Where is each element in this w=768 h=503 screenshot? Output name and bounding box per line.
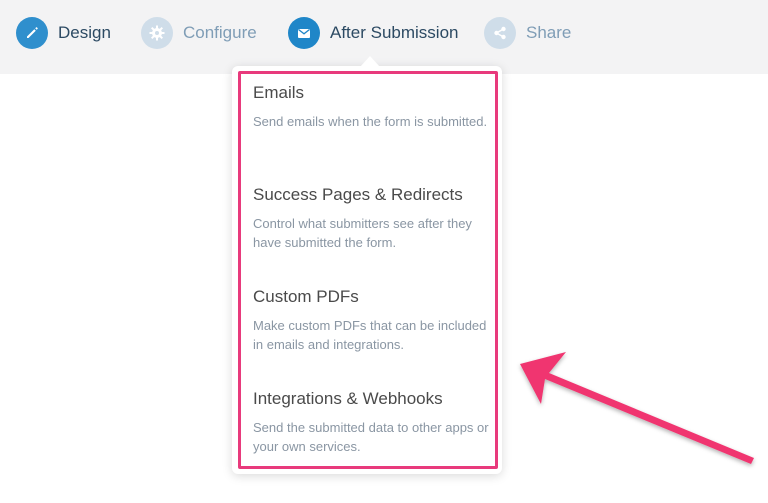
pencil-icon [16,17,48,49]
envelope-icon [288,17,320,49]
nav-tab-design[interactable]: Design [16,17,111,49]
share-icon [484,17,516,49]
menu-item-title: Success Pages & Redirects [253,185,463,204]
nav-tab-label: Share [526,23,572,42]
menu-item-description: Control what submitters see after they h… [253,216,472,250]
menu-item-title: Custom PDFs [253,287,359,306]
nav-tab-share[interactable]: Share [484,17,571,49]
menu-item-title: Integrations & Webhooks [253,389,443,408]
nav-tab-label: Design [58,23,111,42]
menu-item-success-pages[interactable]: Success Pages & Redirects Control what s… [253,184,489,252]
dropdown-caret [360,56,380,67]
gear-icon [141,17,173,49]
nav-tab-label: After Submission [330,23,459,42]
nav-tab-configure[interactable]: Configure [141,17,257,49]
menu-item-title: Emails [253,83,305,102]
menu-item-custom-pdfs[interactable]: Custom PDFs Make custom PDFs that can be… [253,286,489,354]
nav-tab-label: Configure [183,23,257,42]
menu-item-description: Make custom PDFs that can be included in… [253,318,487,352]
menu-item-description: Send emails when the form is submitted. [253,114,488,129]
nav-tab-after-submission[interactable]: After Submission [288,17,459,49]
top-nav-bar: Design Configure After Submission Share [0,0,768,74]
menu-item-emails[interactable]: Emails Send emails when the form is subm… [253,82,489,131]
menu-item-integrations[interactable]: Integrations & Webhooks Send the submitt… [253,388,489,456]
menu-item-description: Send the submitted data to other apps or… [253,420,489,454]
